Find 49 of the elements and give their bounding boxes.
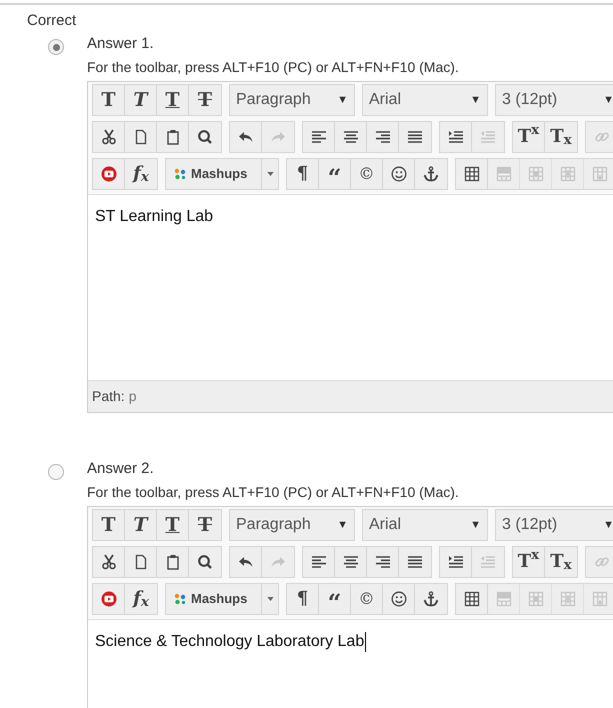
justify-icon [407, 129, 423, 145]
search-icon [197, 129, 213, 145]
justify-icon [407, 554, 423, 570]
section-heading: Correct [27, 12, 78, 30]
align-right-icon [374, 554, 390, 570]
play-icon [100, 591, 116, 607]
toolbar-hint: For the toolbar, press ALT+F10 (PC) or ALT+FN+F10 (Mac). [87, 484, 460, 500]
caret-icon [266, 172, 274, 176]
table-icon [496, 166, 512, 182]
clipboard-icon [164, 129, 180, 145]
table-icon [528, 166, 544, 182]
play-icon [100, 166, 116, 182]
scissors-icon [100, 554, 116, 570]
align-center-icon [342, 129, 358, 145]
dots-icon [174, 593, 186, 605]
path-label: Path: [92, 387, 125, 406]
outdent-icon [480, 554, 496, 570]
clipboard-icon [164, 554, 180, 570]
path-element[interactable]: p [128, 386, 136, 407]
answer-label: Answer 2. [87, 461, 155, 477]
anchor-icon [423, 166, 439, 182]
align-left-icon [310, 554, 326, 570]
scissors-icon [100, 129, 116, 145]
toolbar-hint: For the toolbar, press ALT+F10 (PC) or ALT+FN+F10 (Mac). [87, 59, 460, 75]
radio-button[interactable] [48, 464, 64, 480]
table-icon [464, 166, 480, 182]
table-icon [592, 591, 608, 607]
editor-text[interactable]: ST Learning Lab [95, 206, 214, 228]
caret-icon [266, 597, 274, 601]
indent-icon [448, 129, 464, 145]
dots-icon [174, 168, 186, 180]
editor-text[interactable]: Science & Technology Laboratory Lab [95, 631, 364, 653]
align-center-icon [342, 554, 358, 570]
anchor-icon [423, 591, 439, 607]
table-icon [592, 166, 608, 182]
align-right-icon [374, 129, 390, 145]
answer-label: Answer 1. [87, 36, 155, 52]
smiley-icon [390, 591, 406, 607]
table-icon [528, 591, 544, 607]
smiley-icon [390, 166, 406, 182]
table-icon [496, 591, 512, 607]
indent-icon [448, 554, 464, 570]
align-left-icon [310, 129, 326, 145]
radio-button[interactable] [48, 39, 64, 55]
outdent-icon [480, 129, 496, 145]
table-icon [464, 591, 480, 607]
search-icon [197, 554, 213, 570]
table-icon [560, 166, 576, 182]
table-icon [560, 591, 576, 607]
